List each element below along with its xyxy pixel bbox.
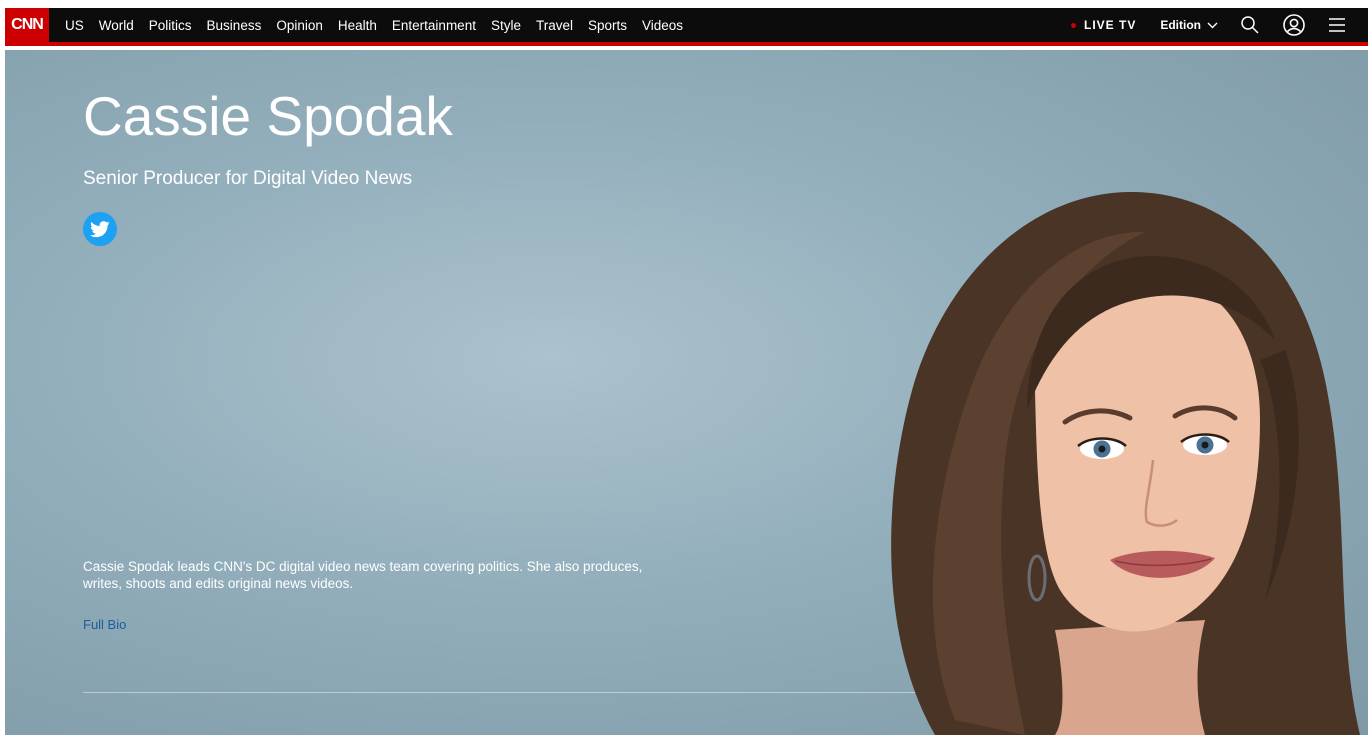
full-bio-link[interactable]: Full Bio: [83, 617, 126, 632]
top-navigation: CNN US World Politics Business Opinion H…: [5, 8, 1368, 46]
twitter-icon: [90, 220, 110, 237]
live-dot-icon: [1070, 22, 1076, 28]
nav-link-sports[interactable]: Sports: [588, 18, 627, 33]
search-icon: [1241, 16, 1259, 34]
profile-name: Cassie Spodak: [83, 85, 453, 147]
nav-link-politics[interactable]: Politics: [149, 18, 192, 33]
nav-utilities: LIVE TV Edition: [1070, 8, 1368, 42]
chevron-down-icon: [1207, 22, 1218, 28]
nav-link-style[interactable]: Style: [491, 18, 521, 33]
nav-link-opinion[interactable]: Opinion: [276, 18, 323, 33]
edition-label: Edition: [1160, 18, 1201, 32]
account-icon: [1283, 14, 1305, 36]
menu-button[interactable]: [1328, 17, 1346, 33]
nav-link-health[interactable]: Health: [338, 18, 377, 33]
nav-link-travel[interactable]: Travel: [536, 18, 573, 33]
menu-icon: [1329, 18, 1345, 32]
edition-selector[interactable]: Edition: [1160, 18, 1218, 32]
profile-hero: Cassie Spodak Senior Producer for Digita…: [5, 50, 1368, 735]
nav-link-business[interactable]: Business: [207, 18, 262, 33]
nav-link-videos[interactable]: Videos: [642, 18, 683, 33]
nav-link-world[interactable]: World: [99, 18, 134, 33]
live-tv-link[interactable]: LIVE TV: [1070, 18, 1137, 32]
profile-bio: Cassie Spodak leads CNN's DC digital vid…: [83, 559, 643, 591]
twitter-button[interactable]: [83, 212, 117, 246]
cnn-logo[interactable]: CNN: [5, 8, 49, 42]
nav-link-entertainment[interactable]: Entertainment: [392, 18, 476, 33]
account-button[interactable]: [1282, 13, 1306, 37]
nav-link-us[interactable]: US: [65, 18, 84, 33]
profile-title: Senior Producer for Digital Video News: [83, 168, 413, 189]
section-links: US World Politics Business Opinion Healt…: [65, 8, 683, 42]
profile-portrait: [891, 191, 1360, 735]
live-tv-label: LIVE TV: [1083, 18, 1137, 32]
search-button[interactable]: [1240, 15, 1260, 35]
